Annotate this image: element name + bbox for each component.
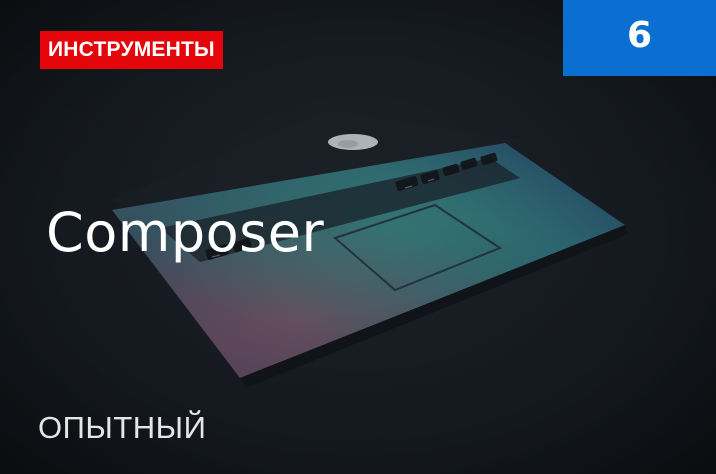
- difficulty-level-label: ОПЫТНЫЙ: [38, 410, 207, 445]
- course-card[interactable]: ИНСТРУМЕНТЫ 6 Composer ОПЫТНЫЙ: [0, 0, 716, 474]
- category-badge[interactable]: ИНСТРУМЕНТЫ: [40, 31, 223, 69]
- course-title[interactable]: Composer: [46, 198, 324, 268]
- lesson-number-badge: 6: [563, 0, 716, 76]
